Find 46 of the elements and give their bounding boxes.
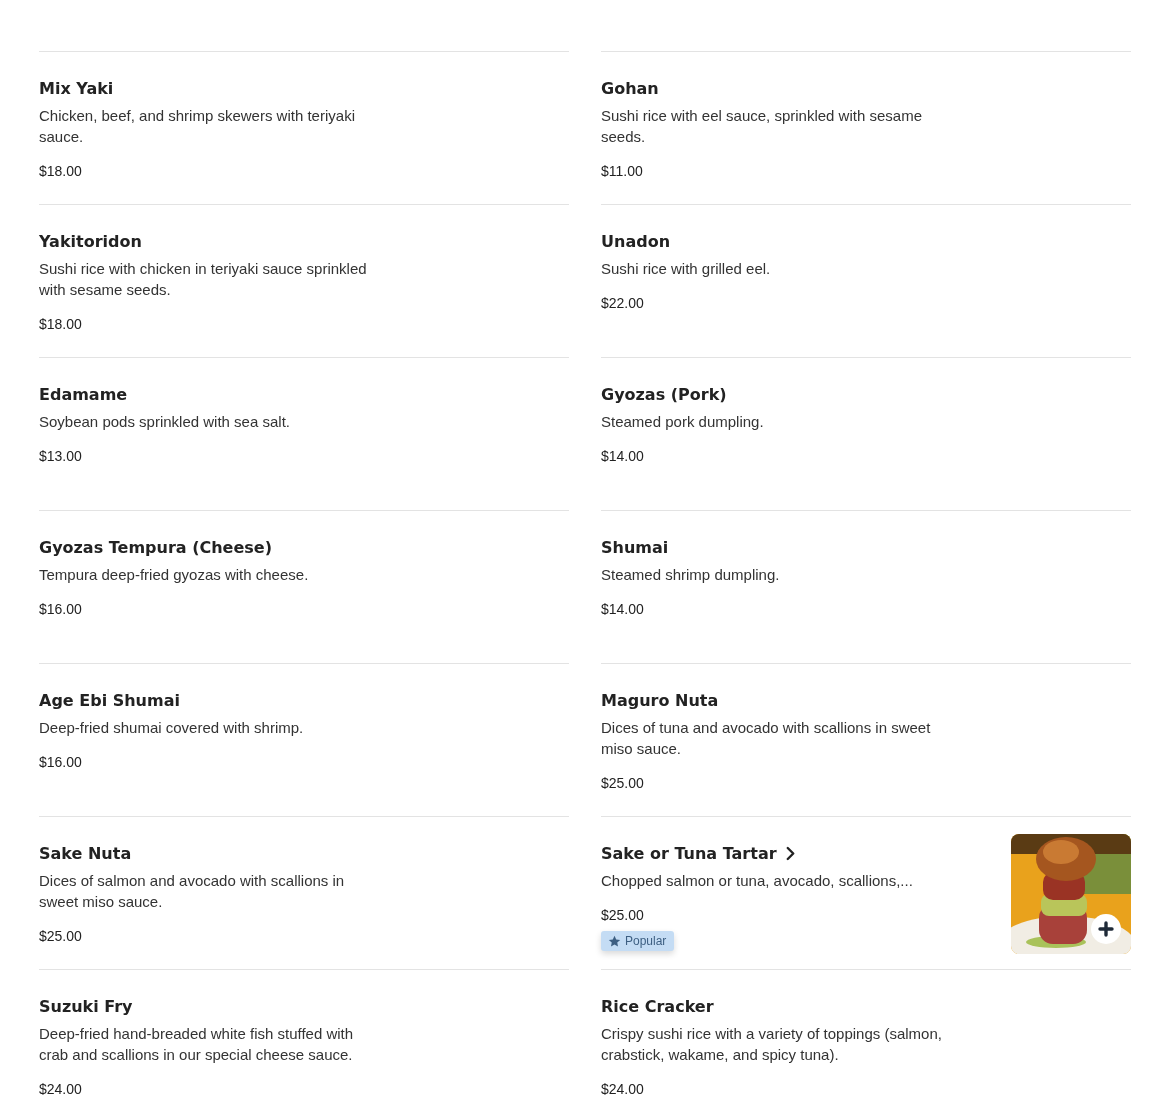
- item-price: $14.00: [601, 600, 645, 619]
- chevron-right-icon[interactable]: [784, 845, 796, 861]
- item-description: Steamed shrimp dumpling.: [601, 565, 781, 585]
- item-title: Maguro Nuta: [601, 690, 719, 710]
- item-description: Soybean pods sprinkled with sea salt.: [39, 412, 291, 432]
- item-title: Gohan: [601, 78, 659, 98]
- item-description: Crispy sushi rice with a variety of toppings (salmon, crabstick, wakame, and spicy tuna).: [601, 1024, 943, 1065]
- item-title: Sake Nuta: [39, 843, 132, 863]
- item-title: Unadon: [601, 231, 670, 251]
- item-price: $25.00: [601, 906, 645, 925]
- item-title: Age Ebi Shumai: [39, 690, 180, 710]
- item-price: $11.00: [601, 162, 644, 181]
- item-price: $24.00: [39, 1080, 83, 1099]
- item-price: $18.00: [39, 162, 83, 181]
- item-price: $16.00: [39, 753, 83, 772]
- item-price: $25.00: [39, 927, 83, 946]
- item-title: Edamame: [39, 384, 128, 404]
- item-description: Dices of salmon and avocado with scallions in sweet miso sauce.: [39, 871, 346, 912]
- popular-badge: Popular: [601, 931, 675, 951]
- item-title: Rice Cracker: [601, 996, 714, 1016]
- item-description: Sushi rice with chicken in teriyaki sauce sprinkled with sesame seeds.: [39, 259, 368, 300]
- item-price: $25.00: [601, 774, 645, 793]
- item-title: Gyozas (Pork): [601, 384, 727, 404]
- item-title: Gyozas Tempura (Cheese): [39, 537, 272, 557]
- item-description: Sushi rice with eel sauce, sprinkled with sesame seeds.: [601, 106, 923, 147]
- item-description: Deep-fried hand-breaded white fish stuffed with crab and scallions in our special cheese sauce.: [39, 1024, 355, 1065]
- star-icon: [608, 934, 621, 948]
- item-description: Sushi rice with grilled eel.: [601, 259, 772, 279]
- item-description: Tempura deep-fried gyozas with cheese.: [39, 565, 310, 585]
- plus-icon: [1098, 921, 1114, 937]
- item-description: Chicken, beef, and shrimp skewers with teriyaki sauce.: [39, 106, 356, 147]
- item-price: $18.00: [39, 315, 83, 334]
- item-price: $22.00: [601, 294, 645, 313]
- item-description: Dices of tuna and avocado with scallions in sweet miso sauce.: [601, 718, 932, 759]
- item-price: $24.00: [601, 1080, 645, 1099]
- item-price: $13.00: [39, 447, 83, 466]
- item-description: Deep-fried shumai covered with shrimp.: [39, 718, 305, 738]
- item-description: Steamed pork dumpling.: [601, 412, 765, 432]
- item-price: $16.00: [39, 600, 83, 619]
- item-title: Mix Yaki: [39, 78, 114, 98]
- item-title: Yakitoridon: [39, 231, 142, 251]
- item-title[interactable]: Sake or Tuna Tartar: [601, 843, 777, 863]
- item-price: $14.00: [601, 447, 645, 466]
- item-description: Chopped salmon or tuna, avocado, scallions,...: [601, 871, 914, 891]
- item-title: Shumai: [601, 537, 669, 557]
- item-title: Suzuki Fry: [39, 996, 133, 1016]
